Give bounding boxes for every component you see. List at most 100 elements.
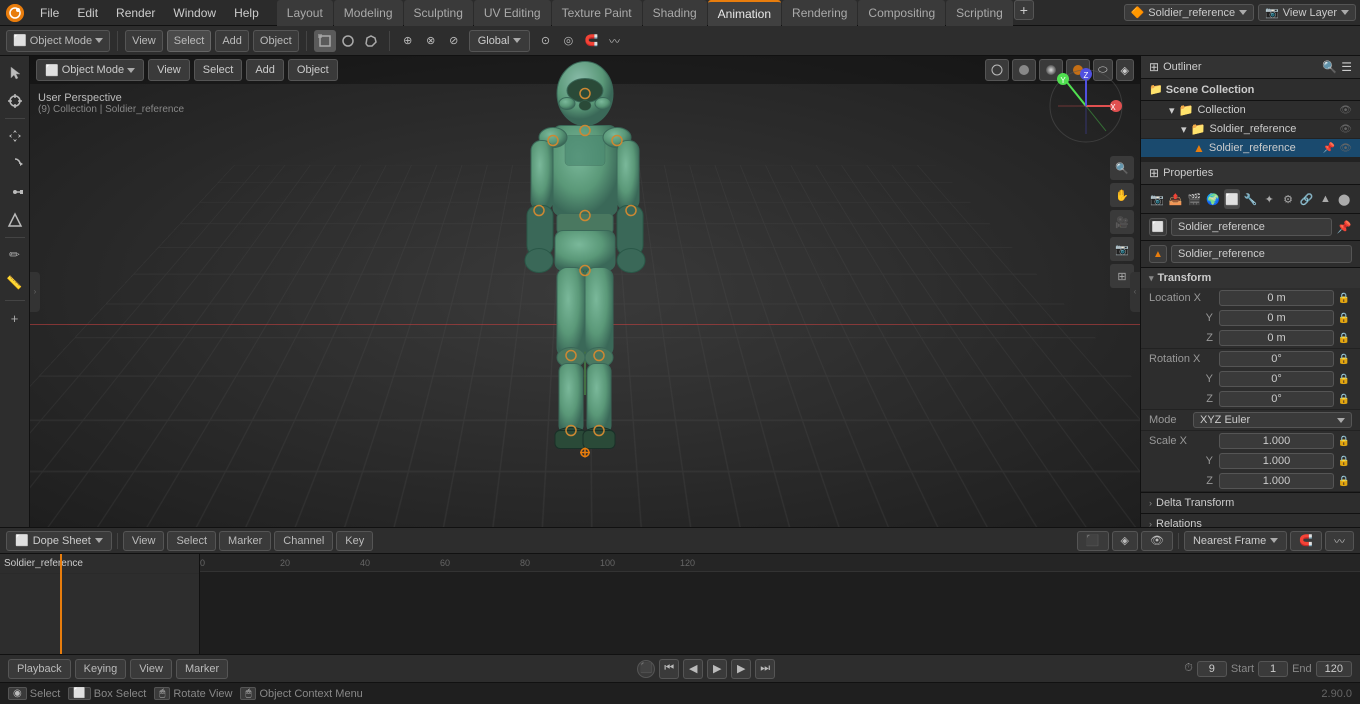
outliner-item-soldier-mesh[interactable]: ▲ Soldier_reference 📌 👁 <box>1141 139 1360 158</box>
object-data-name-field[interactable]: Soldier_reference <box>1171 245 1352 263</box>
menu-help[interactable]: Help <box>226 4 267 22</box>
scale-z-lock[interactable]: 🔒 <box>1336 473 1352 489</box>
add-workspace-button[interactable]: + <box>1014 0 1034 20</box>
engine-selector[interactable]: 🔶 Soldier_reference <box>1124 4 1255 21</box>
camera-view-icon[interactable]: 🎥 <box>1110 210 1134 234</box>
expand-left-handle[interactable]: › <box>30 272 40 312</box>
prop-physics-icon[interactable]: ⚙ <box>1280 189 1296 209</box>
mode-selector[interactable]: ⬜ Object Mode <box>6 30 110 52</box>
prop-data-icon[interactable]: ▲ <box>1318 189 1334 209</box>
jump-start-btn[interactable]: ⏮ <box>659 659 679 679</box>
scale-y-lock[interactable]: 🔒 <box>1336 453 1352 469</box>
location-x-lock[interactable]: 🔒 <box>1336 290 1352 306</box>
tab-animation[interactable]: Animation <box>708 0 781 26</box>
stop-btn[interactable]: ⬛ <box>637 660 655 678</box>
snap-icon[interactable]: 🧲 <box>580 30 602 52</box>
prop-scene-icon[interactable]: 🎬 <box>1186 189 1202 209</box>
tab-scripting[interactable]: Scripting <box>946 0 1013 26</box>
tab-sculpting[interactable]: Sculpting <box>404 0 473 26</box>
view-layer-selector[interactable]: 📷 View Layer <box>1258 4 1356 21</box>
cursor-tool-btn[interactable] <box>2 88 28 114</box>
select-tool-btn[interactable] <box>2 60 28 86</box>
zoom-in-icon[interactable]: 🔍 <box>1110 156 1134 180</box>
move-tool-btn[interactable] <box>2 123 28 149</box>
viewport-select-btn[interactable]: Select <box>194 59 243 81</box>
location-z-lock[interactable]: 🔒 <box>1336 330 1352 346</box>
menu-edit[interactable]: Edit <box>69 4 106 22</box>
outliner-search-icon[interactable]: 🔍 <box>1322 60 1337 74</box>
prop-particles-icon[interactable]: ✦ <box>1261 189 1277 209</box>
timeline-ruler[interactable]: 0 20 40 60 80 100 120 <box>200 554 1360 654</box>
rotation-y-value[interactable]: 0° <box>1219 371 1334 387</box>
measure-btn[interactable]: 📏 <box>2 270 28 296</box>
prop-render-icon[interactable]: 📷 <box>1149 189 1165 209</box>
tab-shading[interactable]: Shading <box>643 0 707 26</box>
transform-selector[interactable]: Global <box>469 30 531 52</box>
tab-compositing[interactable]: Compositing <box>858 0 945 26</box>
ds-marker-btn[interactable]: Marker <box>219 531 271 551</box>
prop-object-icon[interactable]: ⬜ <box>1224 189 1240 209</box>
rotation-x-lock[interactable]: 🔒 <box>1336 351 1352 367</box>
keying-menu-btn[interactable]: Keying <box>75 659 127 679</box>
menu-file[interactable]: File <box>32 4 67 22</box>
soldier-visibility-icon[interactable]: 👁 <box>1339 143 1352 154</box>
menu-render[interactable]: Render <box>108 4 163 22</box>
rotation-mode-dropdown[interactable]: XYZ Euler <box>1193 412 1352 428</box>
playback-view-btn[interactable]: View <box>130 659 172 679</box>
ds-type-selector[interactable]: ⬜ Dope Sheet <box>6 531 112 551</box>
end-frame[interactable]: 120 <box>1316 661 1352 677</box>
tab-texture-paint[interactable]: Texture Paint <box>552 0 642 26</box>
play-btn[interactable]: ▶ <box>707 659 727 679</box>
location-x-value[interactable]: 0 m <box>1219 290 1334 306</box>
tab-uv-editing[interactable]: UV Editing <box>474 0 551 26</box>
gizmo-icon-1[interactable]: ⊕ <box>397 30 419 52</box>
prop-material-icon[interactable]: ⬤ <box>1336 189 1352 209</box>
viewport-object-btn[interactable]: Object <box>288 59 338 81</box>
rotation-y-lock[interactable]: 🔒 <box>1336 371 1352 387</box>
menu-window[interactable]: Window <box>165 4 224 22</box>
location-z-value[interactable]: 0 m <box>1219 330 1334 346</box>
rotation-z-lock[interactable]: 🔒 <box>1336 391 1352 407</box>
prop-output-icon[interactable]: 📤 <box>1168 189 1184 209</box>
select-menu[interactable]: Select <box>167 30 212 52</box>
scale-z-value[interactable]: 1.000 <box>1219 473 1334 489</box>
playback-menu-btn[interactable]: Playback <box>8 659 71 679</box>
ds-filter-btn[interactable]: ⬛ <box>1077 531 1109 551</box>
collection-visibility-icon[interactable]: 👁 <box>1339 105 1352 116</box>
transform-section-header[interactable]: ▾ Transform <box>1141 268 1360 288</box>
add-btn[interactable]: + <box>2 305 28 331</box>
dopesheet-timeline[interactable]: Soldier_reference 0 20 40 60 80 100 120 <box>0 554 1360 654</box>
viewport-3d[interactable]: ⬜ Object Mode View Select Add Object <box>30 56 1140 527</box>
gizmo-icon-3[interactable]: ⊘ <box>443 30 465 52</box>
rotation-x-value[interactable]: 0° <box>1219 351 1334 367</box>
outliner-item-collection[interactable]: ▾ 📁 Collection 👁 <box>1141 101 1360 120</box>
ds-only-selected-btn[interactable]: ◈ <box>1112 531 1138 551</box>
outliner-filter-icon[interactable]: ☰ <box>1341 60 1352 74</box>
rotation-z-value[interactable]: 0° <box>1219 391 1334 407</box>
soldier-folder-visibility-icon[interactable]: 👁 <box>1339 124 1352 135</box>
ds-snap-toggle-btn[interactable]: 🧲 <box>1290 531 1322 551</box>
select-circle-icon[interactable] <box>337 30 359 52</box>
object-name-field[interactable]: Soldier_reference <box>1171 218 1332 236</box>
ds-show-hidden-btn[interactable]: 👁 <box>1141 531 1173 551</box>
proportional-icon[interactable]: ◎ <box>557 30 579 52</box>
scale-x-value[interactable]: 1.000 <box>1219 433 1334 449</box>
expand-right-handle[interactable]: ‹ <box>1130 272 1140 312</box>
rotate-tool-btn[interactable] <box>2 151 28 177</box>
prop-constraints-icon[interactable]: 🔗 <box>1299 189 1315 209</box>
prop-data-type-dropdown[interactable]: ▲ <box>1149 245 1167 263</box>
pivot-icon[interactable]: ⊙ <box>534 30 556 52</box>
add-menu[interactable]: Add <box>215 30 249 52</box>
view-menu[interactable]: View <box>125 30 163 52</box>
transform-tool-btn[interactable] <box>2 207 28 233</box>
delta-transform-header[interactable]: › Delta Transform <box>1141 493 1360 513</box>
prev-frame-btn[interactable]: ◀ <box>683 659 703 679</box>
ds-view-btn[interactable]: View <box>123 531 165 551</box>
next-frame-btn[interactable]: ▶ <box>731 659 751 679</box>
ds-select-btn[interactable]: Select <box>167 531 216 551</box>
ds-channel-btn[interactable]: Channel <box>274 531 333 551</box>
tab-rendering[interactable]: Rendering <box>782 0 857 26</box>
current-frame[interactable]: 9 <box>1197 661 1227 677</box>
scale-x-lock[interactable]: 🔒 <box>1336 433 1352 449</box>
viewport-mode-btn[interactable]: ⬜ Object Mode <box>36 59 144 81</box>
